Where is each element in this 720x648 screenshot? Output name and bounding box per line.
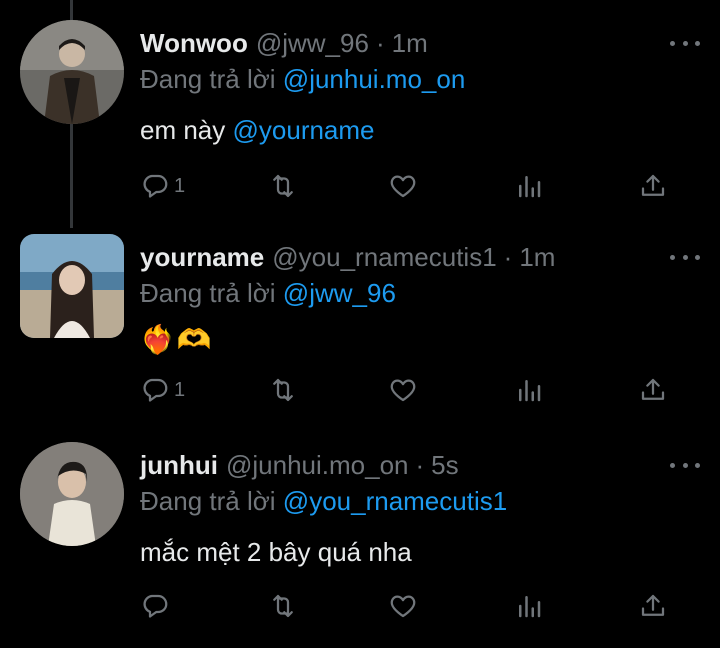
action-bar bbox=[140, 590, 688, 622]
share-icon bbox=[641, 174, 665, 196]
reply-count: 1 bbox=[174, 174, 186, 197]
like-icon bbox=[390, 595, 416, 618]
handle[interactable]: @junhui.mo_on bbox=[226, 450, 409, 481]
retweet-icon bbox=[273, 174, 293, 198]
more-icon[interactable] bbox=[670, 458, 700, 472]
reply-count: 1 bbox=[174, 378, 186, 401]
replying-to: Đang trả lời @you_rnamecutis1 bbox=[140, 486, 700, 517]
share-button[interactable] bbox=[638, 374, 668, 406]
retweet-icon bbox=[273, 378, 293, 402]
avatar[interactable] bbox=[20, 20, 124, 124]
replying-mention[interactable]: @jww_96 bbox=[283, 278, 396, 308]
action-bar: 1 bbox=[140, 170, 688, 202]
tweet-text: em này @yourname bbox=[140, 115, 700, 146]
reply-icon bbox=[143, 174, 168, 198]
replying-to: Đang trả lời @jww_96 bbox=[140, 278, 700, 309]
separator-dot: · bbox=[375, 28, 385, 58]
views-button[interactable] bbox=[514, 590, 544, 622]
action-bar: 1 bbox=[140, 374, 688, 406]
replying-prefix: Đang trả lời bbox=[140, 486, 276, 516]
replying-prefix: Đang trả lời bbox=[140, 278, 276, 308]
reply-button[interactable]: 1 bbox=[140, 374, 185, 406]
more-icon[interactable] bbox=[670, 250, 700, 264]
reply-icon bbox=[143, 594, 168, 618]
replying-prefix: Đang trả lời bbox=[140, 64, 276, 94]
display-name[interactable]: yourname bbox=[140, 242, 264, 273]
display-name[interactable]: junhui bbox=[140, 450, 218, 481]
like-icon bbox=[390, 379, 416, 402]
retweet-button[interactable] bbox=[268, 170, 298, 202]
tweet-1[interactable]: Wonwoo @jww_96 · 1m Đang trả lời @junhui… bbox=[0, 0, 720, 228]
reply-icon bbox=[143, 378, 168, 402]
tweet-text: mắc mệt 2 bây quá nha bbox=[140, 537, 412, 567]
tweet-mention[interactable]: @yourname bbox=[233, 115, 375, 145]
views-icon bbox=[519, 176, 541, 198]
handle[interactable]: @jww_96 bbox=[256, 28, 369, 59]
avatar[interactable] bbox=[20, 442, 124, 546]
display-name[interactable]: Wonwoo bbox=[140, 28, 248, 59]
tweet-2[interactable]: yourname @you_rnamecutis1 · 1m Đang trả … bbox=[0, 214, 720, 428]
views-button[interactable] bbox=[514, 374, 544, 406]
reply-button[interactable] bbox=[140, 590, 174, 622]
handle[interactable]: @you_rnamecutis1 bbox=[272, 242, 496, 273]
separator-dot: · bbox=[503, 242, 513, 272]
replying-mention[interactable]: @junhui.mo_on bbox=[283, 64, 466, 94]
views-icon bbox=[519, 380, 541, 402]
share-button[interactable] bbox=[638, 590, 668, 622]
retweet-icon bbox=[273, 594, 293, 618]
tweet-3[interactable]: junhui @junhui.mo_on · 5s Đang trả lời @… bbox=[0, 422, 720, 648]
retweet-button[interactable] bbox=[268, 374, 298, 406]
tweet-text: ❤️‍🔥🫶 bbox=[140, 324, 214, 355]
retweet-button[interactable] bbox=[268, 590, 298, 622]
reply-button[interactable]: 1 bbox=[140, 170, 185, 202]
timestamp[interactable]: 1m bbox=[519, 242, 555, 273]
share-icon bbox=[641, 594, 665, 616]
timestamp[interactable]: 5s bbox=[431, 450, 458, 481]
like-button[interactable] bbox=[388, 590, 418, 622]
share-icon bbox=[641, 378, 665, 400]
tweet-text-body: em này bbox=[140, 115, 226, 145]
avatar[interactable] bbox=[20, 234, 124, 338]
like-button[interactable] bbox=[388, 374, 418, 406]
views-icon bbox=[519, 596, 541, 618]
replying-mention[interactable]: @you_rnamecutis1 bbox=[283, 486, 507, 516]
share-button[interactable] bbox=[638, 170, 668, 202]
views-button[interactable] bbox=[514, 170, 544, 202]
like-icon bbox=[390, 175, 416, 198]
timestamp[interactable]: 1m bbox=[392, 28, 428, 59]
separator-dot: · bbox=[415, 450, 425, 480]
like-button[interactable] bbox=[388, 170, 418, 202]
replying-to: Đang trả lời @junhui.mo_on bbox=[140, 64, 700, 95]
more-icon[interactable] bbox=[670, 36, 700, 50]
